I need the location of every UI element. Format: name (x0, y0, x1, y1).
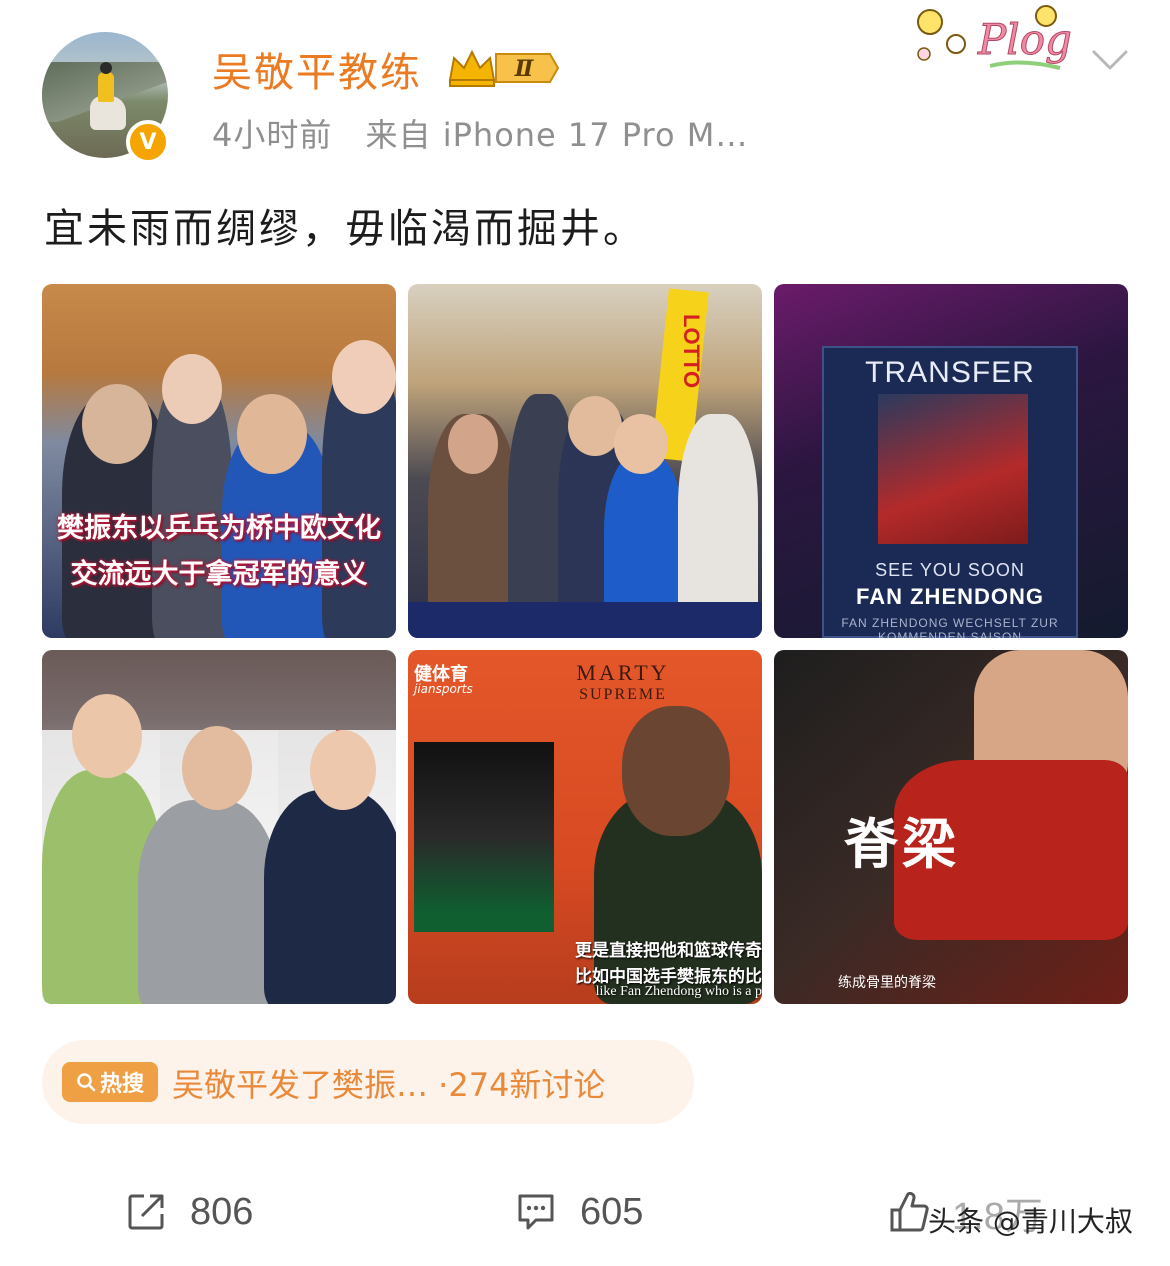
chevron-down-icon[interactable] (1090, 44, 1130, 74)
share-count: 806 (190, 1190, 254, 1233)
username[interactable]: 吴敬平教练 (212, 40, 422, 98)
image-tile-3[interactable]: TRANSFER SEE YOU SOON FAN ZHENDONG FAN Z… (774, 284, 1128, 638)
marty-subtitle: SUPREME (579, 686, 667, 703)
level-badge: Ⅱ (514, 56, 535, 82)
player-name: FAN ZHENDONG (856, 584, 1044, 609)
image-tile-2[interactable]: LOTTO (408, 284, 762, 638)
hot-tag-label: 热搜 (99, 1072, 144, 1097)
transfer-sub: FAN ZHENDONG WECHSELT ZUR KOMMENDEN SAIS… (841, 616, 1059, 638)
post-source: 来自 iPhone 17 Pro M… (365, 116, 749, 154)
hot-search-tag: 热搜 (62, 1062, 158, 1102)
transfer-card: TRANSFER SEE YOU SOON FAN ZHENDONG FAN Z… (822, 346, 1078, 638)
share-button[interactable]: 806 (124, 1186, 253, 1238)
tile5-sub-line3: like Fan Zhendong who is a p (595, 984, 762, 999)
tile2-banner: LOTTO (679, 314, 704, 389)
see-you-soon: SEE YOU SOON (875, 560, 1025, 580)
comment-count: 605 (580, 1190, 644, 1233)
comment-button[interactable]: 605 (514, 1186, 643, 1238)
image-grid: 樊振东以乒乓为桥中欧文化 交流远大于拿冠军的意义 LOTTO TRANSFER … (42, 284, 1128, 1004)
share-icon (128, 1194, 164, 1230)
plog-text: Plog (977, 15, 1072, 64)
verified-badge-icon: V (126, 120, 170, 164)
plog-sticker-icon: Plog (917, 5, 1072, 70)
post-text: 宜未雨而绸缪，毋临渴而掘井。 (44, 206, 646, 252)
tile5-watermark-sub: jiansports (414, 682, 473, 696)
tile1-caption-line2: 交流远大于拿冠军的意义 (70, 559, 368, 590)
comment-icon (518, 1194, 554, 1230)
image-tile-5[interactable]: 健体育 jiansports MARTY SUPREME 更是直接把他和篮球传奇… (408, 650, 762, 1004)
marty-title: MARTY (576, 660, 670, 685)
tile6-title: 脊梁 (844, 813, 960, 876)
tile1-caption-line1: 樊振东以乒乓为桥中欧文化 (57, 513, 381, 544)
member-crown-icon[interactable]: Ⅱ (444, 46, 560, 90)
transfer-photo (878, 394, 1028, 544)
transfer-title: TRANSFER (865, 356, 1035, 389)
thumbs-up-icon (890, 1191, 929, 1232)
hot-search-text: 吴敬平发了樊振… ·274新讨论 (172, 1066, 606, 1104)
tile6-caption: 练成骨里的脊梁 (838, 975, 936, 991)
source-watermark: 头条 @青川大叔 (928, 1205, 1133, 1238)
search-icon (77, 1073, 96, 1092)
post-meta: 4小时前 来自 iPhone 17 Pro M… (212, 110, 770, 156)
image-tile-1[interactable]: 樊振东以乒乓为桥中欧文化 交流远大于拿冠军的意义 (42, 284, 396, 638)
image-tile-6[interactable]: 脊梁 练成骨里的脊梁 (774, 650, 1128, 1004)
image-tile-4[interactable] (42, 650, 396, 1004)
tile5-inset-photo (414, 742, 554, 932)
post-time: 4小时前 (212, 116, 333, 154)
hot-search-pill[interactable]: 热搜 吴敬平发了樊振… ·274新讨论 (42, 1040, 694, 1124)
tile5-sub-line1: 更是直接把他和篮球传奇 (575, 941, 762, 961)
